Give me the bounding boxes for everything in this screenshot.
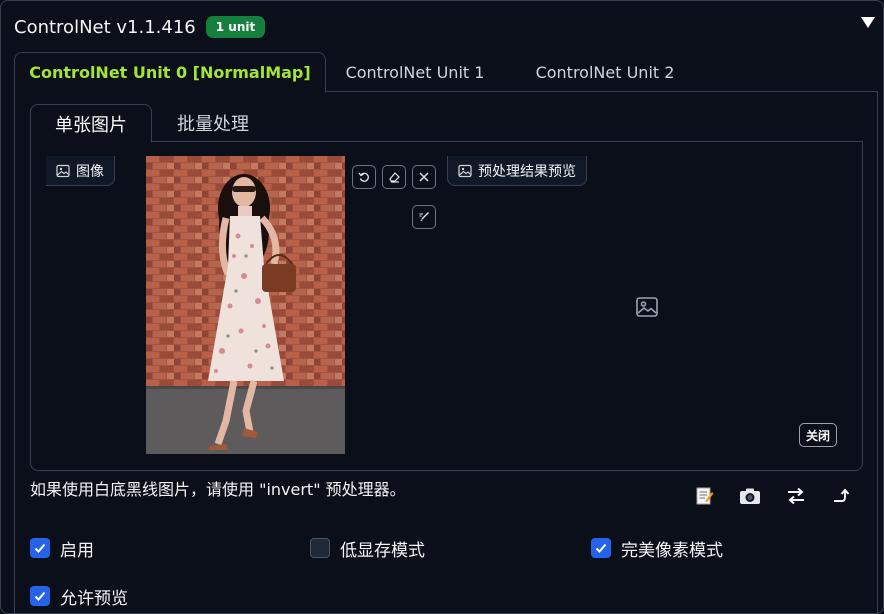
tab-unit-2[interactable]: ControlNet Unit 2 xyxy=(516,52,694,92)
image-icon xyxy=(458,164,472,177)
remove-image-button[interactable] xyxy=(412,165,436,189)
close-preview-button[interactable]: 关闭 xyxy=(799,423,837,447)
tab-batch-label: 批量处理 xyxy=(177,114,249,135)
tab-single-image[interactable]: 单张图片 xyxy=(30,104,152,143)
brush-button[interactable] xyxy=(412,205,436,229)
tab-single-image-label: 单张图片 xyxy=(55,114,127,136)
enable-label: 启用 xyxy=(60,540,94,561)
memo-icon[interactable] xyxy=(692,485,716,507)
low-vram-label: 低显存模式 xyxy=(340,540,425,561)
input-mode-tab-bar: 单张图片 批量处理 xyxy=(30,104,863,143)
invert-hint-text: 如果使用白底黑线图片，请使用 "invert" 预处理器。 xyxy=(30,480,406,499)
camera-icon[interactable] xyxy=(738,485,762,507)
send-dimensions-icon[interactable] xyxy=(830,485,854,507)
tab-unit-1-label: ControlNet Unit 1 xyxy=(345,62,485,82)
preprocessor-preview-label: 预处理结果预览 xyxy=(447,156,587,186)
tab-unit-0-label: ControlNet Unit 0 [NormalMap] xyxy=(29,63,311,82)
swap-icon[interactable] xyxy=(784,485,808,507)
allow-preview-label: 允许预览 xyxy=(60,588,128,609)
allow-preview-checkbox[interactable]: 允许预览 xyxy=(30,584,128,609)
tab-unit-0[interactable]: ControlNet Unit 0 [NormalMap] xyxy=(14,52,326,93)
uploaded-photo[interactable] xyxy=(146,156,345,454)
tab-unit-1[interactable]: ControlNet Unit 1 xyxy=(330,52,500,92)
close-icon xyxy=(419,172,429,182)
preprocessor-preview-label-text: 预处理结果预览 xyxy=(478,163,576,180)
input-image-label: 图像 xyxy=(46,156,115,186)
panel-header[interactable]: ControlNet v1.1.416 1 unit xyxy=(14,12,266,42)
checkbox-checked-icon[interactable] xyxy=(30,538,50,558)
low-vram-checkbox[interactable]: 低显存模式 xyxy=(310,536,425,561)
tab-unit-2-label: ControlNet Unit 2 xyxy=(535,62,675,82)
checkbox-unchecked-icon[interactable] xyxy=(310,538,330,558)
pixel-perfect-checkbox[interactable]: 完美像素模式 xyxy=(591,536,723,561)
unit-count-badge: 1 unit xyxy=(205,16,266,38)
eraser-button[interactable] xyxy=(382,165,406,189)
image-icon xyxy=(56,164,70,177)
tab-batch[interactable]: 批量处理 xyxy=(158,104,268,142)
enable-checkbox[interactable]: 启用 xyxy=(30,536,94,561)
checkbox-checked-icon[interactable] xyxy=(591,538,611,558)
unit-tab-bar: ControlNet Unit 0 [NormalMap] ControlNet… xyxy=(14,52,878,93)
pixel-perfect-label: 完美像素模式 xyxy=(621,540,723,561)
collapse-triangle-icon[interactable] xyxy=(860,14,876,30)
eraser-icon xyxy=(389,172,400,183)
checkbox-checked-icon[interactable] xyxy=(30,586,50,606)
empty-image-placeholder-icon xyxy=(635,295,659,319)
panel-title[interactable]: ControlNet v1.1.416 xyxy=(14,17,196,38)
undo-button[interactable] xyxy=(352,165,376,189)
undo-icon xyxy=(358,172,369,182)
brush-icon xyxy=(419,212,429,221)
input-image-label-text: 图像 xyxy=(76,163,104,180)
